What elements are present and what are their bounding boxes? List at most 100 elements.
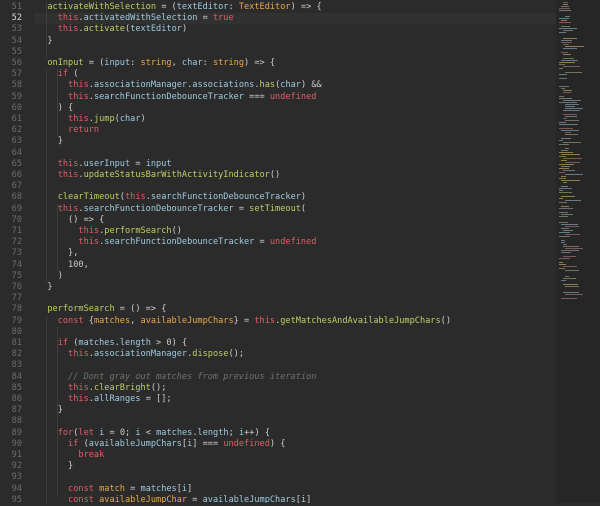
minimap[interactable] — [556, 0, 600, 503]
code-line[interactable]: this.activate(textEditor) — [37, 24, 187, 35]
code-line[interactable]: ) — [37, 271, 63, 282]
minimap-line — [559, 190, 563, 191]
code-line[interactable]: if (availableJumpChars[i] === undefined)… — [37, 439, 285, 450]
code-token: this — [68, 349, 89, 360]
line-number-gutter: 51 52 53 54 55 56 57 58 59 60 61 62 63 64 65 66 67 68 69 70… — [0, 0, 34, 505]
code-line[interactable]: activateWithSelection = (textEditor: Tex… — [37, 2, 321, 13]
minimap-line — [559, 216, 568, 217]
code-line[interactable]: this.activatedWithSelection = true — [37, 13, 234, 24]
minimap-line — [561, 26, 570, 27]
code-token: = — [104, 427, 120, 438]
minimap-line — [563, 100, 581, 101]
minimap-line — [565, 106, 575, 107]
code-area[interactable]: activateWithSelection = (textEditor: Tex… — [34, 0, 556, 503]
minimap-line — [565, 162, 580, 163]
minimap-line — [559, 152, 573, 153]
minimap-line — [563, 158, 582, 159]
minimap-line — [563, 230, 573, 231]
line-number: 77 — [11, 293, 22, 304]
code-line[interactable]: const availableJumpChar = availableJumpC… — [37, 495, 311, 503]
code-token: this — [57, 24, 79, 35]
line-number: 74 — [11, 259, 22, 270]
line-number: 87 — [11, 405, 22, 416]
code-line[interactable]: clearTimeout(this.searchFunctionDebounce… — [37, 192, 306, 203]
minimap-line — [563, 256, 576, 257]
line-number: 83 — [11, 360, 22, 371]
indent-guide — [46, 2, 48, 58]
code-token: activateWithSelection — [47, 2, 157, 12]
code-editor[interactable]: 51 52 53 54 55 56 57 58 59 60 61 62 63 64 65 66 67 68 69 70… — [0, 0, 600, 505]
minimap-line — [561, 130, 579, 131]
code-line[interactable]: } — [37, 136, 63, 147]
minimap-line — [563, 54, 571, 55]
minimap-line — [565, 108, 583, 109]
minimap-line — [561, 20, 567, 21]
minimap-line — [559, 192, 572, 193]
code-line[interactable]: onInput = (input: string, char: string) … — [37, 58, 275, 69]
minimap-line — [563, 114, 577, 115]
code-line[interactable]: 100, — [37, 260, 89, 271]
code-token: true — [212, 13, 234, 24]
code-line[interactable]: const {matches, availableJumpChars} = th… — [37, 316, 451, 327]
code-token: length — [119, 338, 151, 348]
minimap-line — [559, 168, 569, 169]
code-token: ( — [68, 69, 79, 80]
minimap-line — [559, 198, 563, 199]
line-number: 91 — [11, 450, 22, 460]
code-token: char — [119, 114, 141, 124]
code-line[interactable]: this.jump(char) — [37, 114, 146, 125]
code-token: ) => { — [244, 58, 276, 68]
minimap-line — [559, 22, 571, 23]
line-number: 63 — [11, 136, 22, 147]
code-line[interactable]: } — [37, 36, 52, 47]
code-token: = — [187, 494, 203, 503]
code-line[interactable]: this.associationManager.associations.has… — [37, 80, 322, 91]
code-token: break — [78, 450, 105, 460]
code-line[interactable]: this.userInput = input — [37, 159, 172, 170]
code-line[interactable]: } — [37, 461, 73, 472]
code-line[interactable]: this.updateStatusBarWithActivityIndicato… — [37, 170, 281, 181]
code-token: clearTimeout — [57, 192, 120, 203]
code-token: }, — [68, 248, 79, 259]
code-token: this — [78, 226, 100, 236]
code-line[interactable]: ) { — [37, 103, 74, 114]
minimap-line — [559, 98, 572, 99]
code-line[interactable]: } — [37, 405, 63, 416]
indent-guide — [56, 69, 58, 137]
minimap-line — [563, 142, 581, 143]
code-line[interactable]: this.searchFunctionDebounceTracker === u… — [37, 92, 316, 103]
code-token: ) — [300, 192, 307, 203]
code-line[interactable]: if (matches.length > 0) { — [37, 338, 187, 349]
code-token: char — [280, 80, 301, 91]
code-line[interactable]: } — [37, 282, 52, 293]
code-token: this — [68, 114, 89, 124]
code-token: = []; — [140, 394, 172, 404]
code-token: textEditor — [130, 24, 182, 35]
code-line[interactable]: for(let i = 0; i < matches.length; i++) … — [37, 428, 270, 439]
line-number: 86 — [11, 394, 22, 404]
code-token: this — [57, 203, 79, 214]
code-token: matches — [93, 315, 131, 326]
line-number: 93 — [11, 472, 22, 483]
minimap-line — [563, 244, 567, 245]
code-token: { — [83, 315, 94, 326]
code-token: ( — [300, 203, 307, 214]
minimap-line — [561, 138, 571, 139]
line-number: 84 — [11, 371, 22, 382]
code-line[interactable]: performSearch = () => { — [37, 304, 166, 315]
minimap-line — [565, 226, 579, 227]
code-line[interactable]: const match = matches[i] — [37, 484, 192, 495]
code-line[interactable]: this.searchFunctionDebounceTracker = set… — [37, 204, 306, 215]
code-token: , — [83, 259, 89, 270]
code-line[interactable]: this.searchFunctionDebounceTracker = und… — [37, 237, 316, 248]
code-line[interactable]: this.performSearch() — [37, 226, 182, 237]
code-line[interactable]: // Dont gray out matches from previous i… — [37, 372, 316, 383]
code-token: } — [57, 136, 63, 147]
minimap-line — [563, 90, 572, 91]
line-number: 52 — [11, 13, 22, 24]
code-line[interactable]: this.associationManager.dispose(); — [37, 349, 244, 360]
code-token: undefined — [269, 237, 317, 248]
